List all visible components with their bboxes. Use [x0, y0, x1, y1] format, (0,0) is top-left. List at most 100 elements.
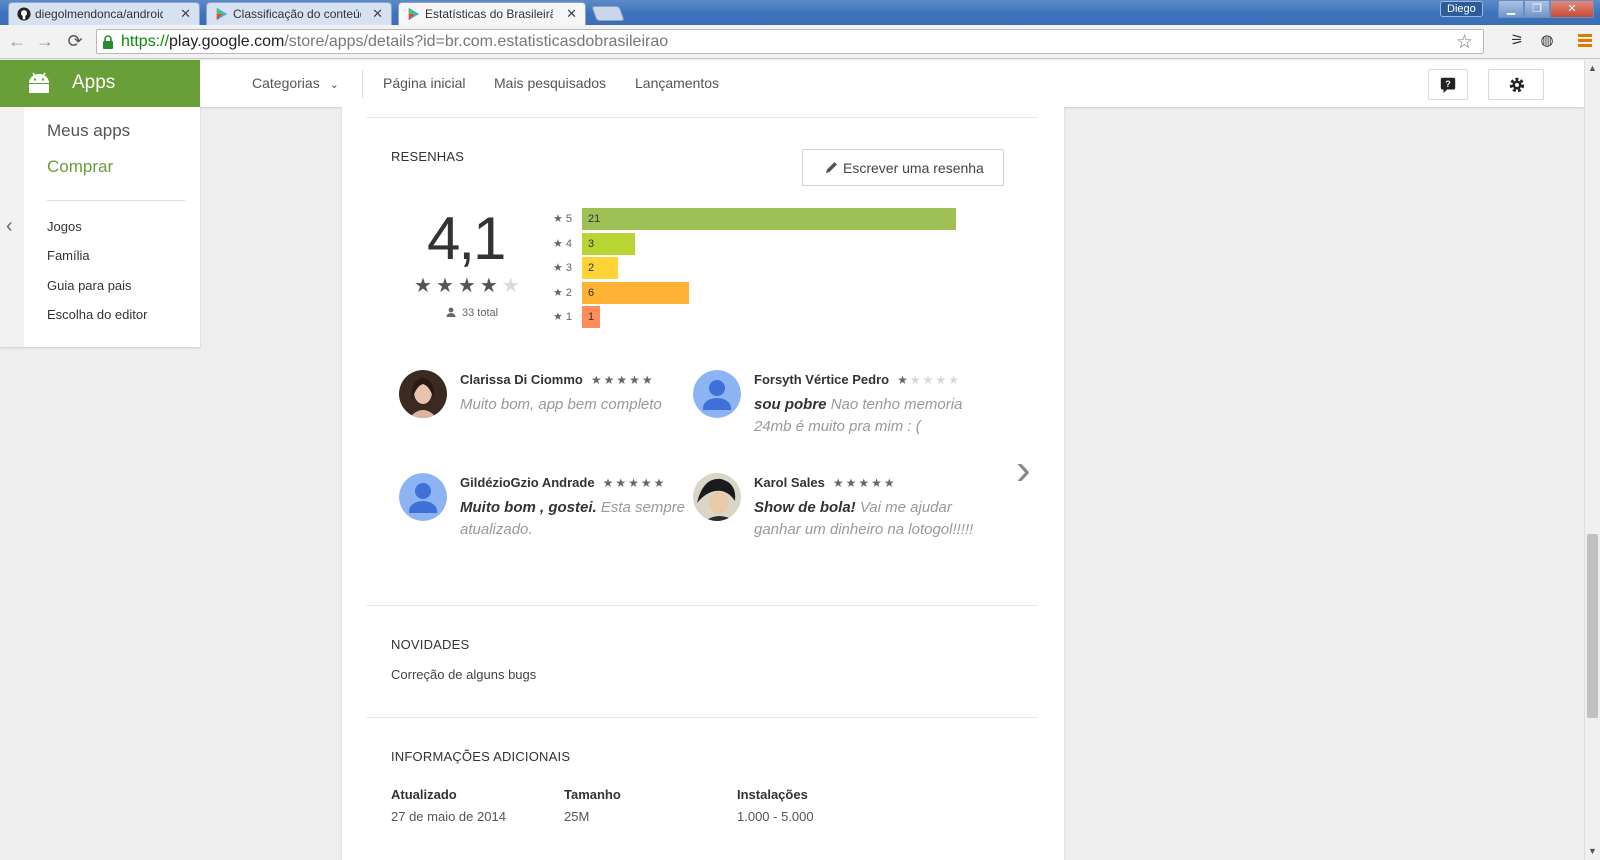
help-icon: ? [1440, 77, 1456, 94]
nav-divider [362, 70, 363, 98]
info-label: Instalações [737, 787, 808, 802]
help-button[interactable]: ? [1428, 69, 1468, 100]
review-item: Forsyth Vértice Pedro ★★★★★ sou pobre Nao… [693, 370, 993, 480]
tab-title: Estatísticas do Brasileirão [425, 7, 553, 21]
review-title: Show de bola! [754, 499, 856, 516]
review-title: sou pobre [754, 396, 827, 413]
average-rating: 4,1 [427, 205, 506, 272]
whats-new-title: NOVIDADES [391, 637, 470, 652]
settings-button[interactable] [1488, 69, 1544, 100]
sidebar-item-family[interactable]: Família [47, 248, 90, 263]
browser-toolbar: ← → ⟳ https://play.google.com/store/apps… [0, 25, 1600, 59]
histogram-count: 1 [588, 311, 595, 323]
close-icon[interactable]: ✕ [372, 6, 383, 22]
review-item: Clarissa Di Ciommo ★★★★★ Muito bom, app b… [399, 370, 699, 480]
sidebar-item-editors-choice[interactable]: Escolha do editor [47, 307, 147, 322]
maximize-button[interactable]: ❐ [1524, 0, 1550, 18]
ratings-total-text: 33 total [462, 307, 499, 319]
reviewer-name-text: Forsyth Vértice Pedro [754, 372, 890, 387]
sidebar-item-games[interactable]: Jogos [47, 219, 82, 234]
person-icon [446, 307, 456, 317]
write-review-button[interactable]: Escrever uma resenha [802, 149, 1004, 186]
star-icon: ★ [414, 275, 436, 297]
star-icon: ★ [553, 286, 566, 299]
chevron-left-icon[interactable]: ‹ [6, 215, 13, 238]
info-value: 25M [564, 809, 590, 824]
nav-top-charts[interactable]: Mais pesquisados [494, 75, 606, 91]
sidebar-item-parent-guide[interactable]: Guia para pais [47, 278, 132, 293]
scrollbar-thumb[interactable] [1587, 534, 1598, 718]
browser-tab-github[interactable]: diegolmendonca/android ✕ [8, 2, 200, 25]
apps-label: Apps [72, 72, 116, 93]
section-divider [366, 717, 1038, 718]
reviewer-avatar[interactable] [693, 473, 741, 521]
browser-menu-icon[interactable] [1578, 34, 1592, 48]
page-scrollbar[interactable]: ▲ ▼ [1584, 60, 1600, 860]
bookmark-star-icon[interactable]: ☆ [1456, 31, 1473, 54]
extension-icon[interactable]: ⚞ [1506, 31, 1528, 53]
info-label: Tamanho [564, 787, 621, 802]
scroll-down-arrow-icon[interactable]: ▼ [1588, 846, 1597, 856]
sidebar-collapse-strip[interactable]: ‹ [0, 107, 24, 347]
forward-button[interactable]: → [34, 31, 56, 53]
address-bar[interactable]: https://play.google.com/store/apps/detai… [96, 29, 1484, 54]
app-details-card: RESENHAS Escrever uma resenha 4,1 ★★★★★ … [342, 107, 1064, 860]
profile-badge[interactable]: Diego [1440, 1, 1483, 17]
gear-icon [1509, 77, 1525, 93]
write-review-label: Escrever uma resenha [843, 160, 984, 176]
review-item: GildézioGzio Andrade ★★★★★ Muito bom , go… [399, 473, 699, 583]
nav-new-releases[interactable]: Lançamentos [635, 75, 719, 91]
android-icon [29, 72, 49, 93]
new-tab-button[interactable] [591, 6, 625, 21]
ratings-total: 33 total [446, 307, 498, 319]
review-stars: ★★★★★ [602, 476, 667, 490]
info-size: Tamanho 25M [564, 787, 621, 824]
url-scheme: https:// [121, 33, 170, 50]
reviewer-avatar[interactable] [693, 370, 741, 418]
scroll-up-arrow-icon[interactable]: ▲ [1588, 63, 1597, 73]
browser-tab-estatisticas[interactable]: Estatísticas do Brasileirão ✕ [398, 2, 586, 25]
histogram-star-value: 2 [565, 286, 573, 299]
additional-info-title: INFORMAÇÕES ADICIONAIS [391, 749, 571, 764]
minimize-button[interactable]: ▁ [1498, 0, 1524, 18]
close-icon[interactable]: ✕ [566, 6, 577, 22]
play-header: Apps Categorias ⌄ Página inicial Mais pe… [0, 60, 1584, 107]
histogram-star-label: ★ 1 [553, 310, 583, 323]
reviewer-avatar[interactable] [399, 370, 447, 418]
close-window-button[interactable]: ✕ [1550, 0, 1594, 18]
reviews-title: RESENHAS [391, 149, 465, 164]
star-icon: ★ [479, 275, 502, 297]
categories-dropdown[interactable]: Categorias ⌄ [252, 75, 339, 91]
section-divider [366, 605, 1038, 606]
review-title: Muito bom , gostei. [460, 499, 597, 516]
star-empty-icon: ★ [501, 275, 524, 297]
star-icon: ★ [553, 213, 566, 225]
lock-icon [103, 35, 113, 49]
back-button[interactable]: ← [6, 31, 28, 53]
next-reviews-arrow-icon[interactable]: › [1016, 445, 1031, 495]
sidebar-shop[interactable]: Comprar [47, 157, 113, 177]
info-value: 1.000 - 5.000 [737, 809, 814, 824]
histogram-bar: 21 [582, 208, 956, 230]
apps-home-link[interactable]: Apps [0, 60, 200, 107]
nav-home[interactable]: Página inicial [383, 75, 466, 91]
reviewer-avatar[interactable] [399, 473, 447, 521]
review-stars: ★★★★★ [897, 373, 961, 387]
url-path: /store/apps/details?id=br.com.estatistic… [284, 33, 669, 50]
histogram-bar: 3 [582, 232, 635, 255]
histogram-bar: 6 [582, 281, 689, 304]
github-icon [17, 7, 31, 21]
browser-tab-classificacao[interactable]: Classificação do conteúdo ✕ [206, 2, 392, 25]
categories-label: Categorias [252, 75, 320, 91]
reviewer-name: GildézioGzio Andrade ★★★★★ [460, 475, 666, 490]
close-icon[interactable]: ✕ [180, 6, 191, 22]
section-divider [366, 117, 1038, 118]
extension-globe-icon[interactable]: ◍ [1536, 31, 1558, 53]
review-stars: ★★★★★ [590, 373, 655, 387]
star-icon: ★ [553, 262, 566, 274]
star-icon: ★ [435, 275, 458, 297]
histogram-star-value: 3 [565, 262, 573, 274]
reviewer-name-text: Clarissa Di Ciommo [460, 372, 583, 387]
reload-button[interactable]: ⟳ [64, 31, 86, 53]
sidebar-my-apps[interactable]: Meus apps [47, 121, 130, 141]
